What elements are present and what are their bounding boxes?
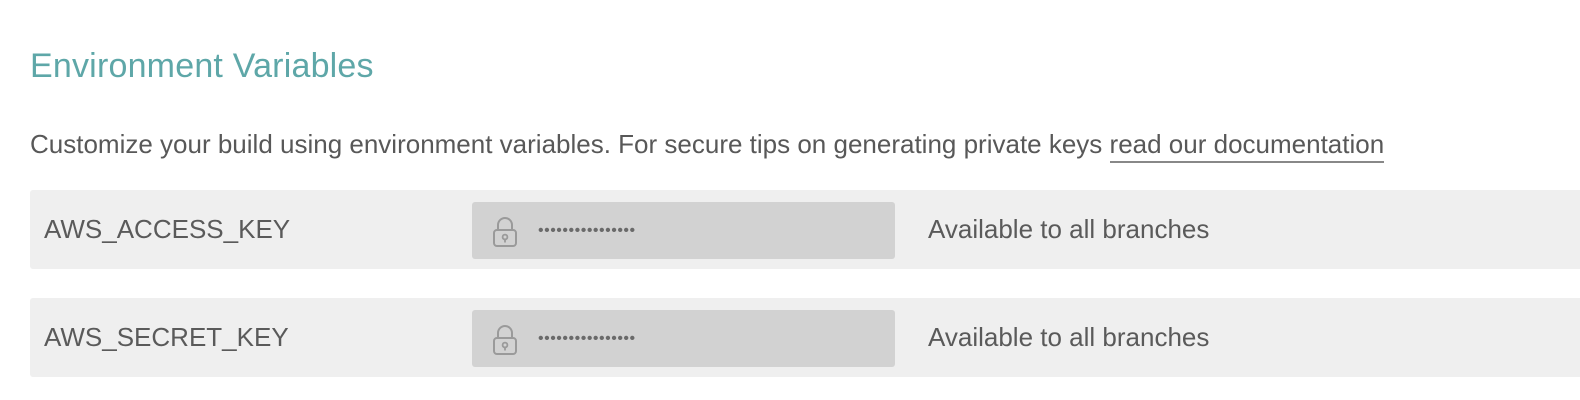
section-description: Customize your build using environment v… (30, 126, 1385, 163)
env-var-value-field[interactable]: •••••••••••••••• (472, 202, 895, 259)
availability-text: Available to all branches (928, 214, 1210, 244)
lock-icon (490, 216, 520, 248)
environment-variables-section: Environment Variables Customize your bui… (0, 0, 1580, 400)
lock-icon (490, 324, 520, 356)
env-var-value-field[interactable]: •••••••••••••••• (472, 310, 895, 367)
env-var-row[interactable]: AWS_SECRET_KEY •••••••••••••••• Availabl… (30, 298, 1580, 377)
availability-text: Available to all branches (928, 322, 1210, 352)
env-var-name: AWS_SECRET_KEY (44, 322, 289, 352)
section-title: Environment Variables (30, 47, 374, 85)
masked-value: •••••••••••••••• (538, 222, 636, 239)
env-var-name: AWS_ACCESS_KEY (44, 214, 291, 244)
documentation-link[interactable]: read our documentation (1109, 129, 1385, 163)
masked-value: •••••••••••••••• (538, 330, 636, 347)
env-var-row[interactable]: AWS_ACCESS_KEY •••••••••••••••• Availabl… (30, 190, 1580, 269)
description-text: Customize your build using environment v… (30, 129, 1110, 159)
